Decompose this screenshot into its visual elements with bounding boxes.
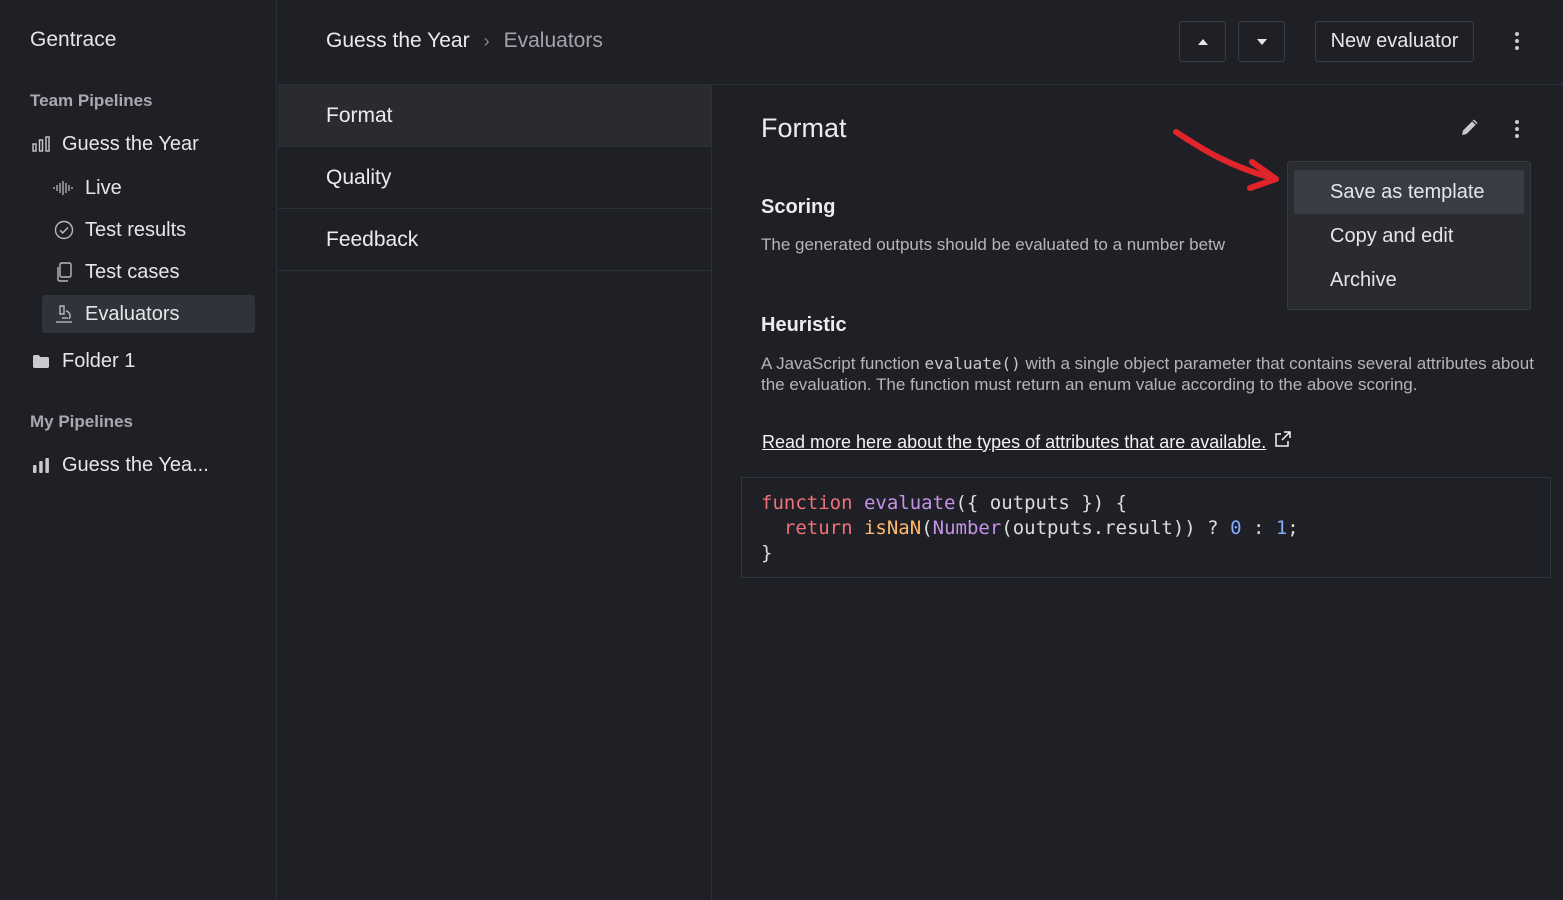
sidebar-item-folder-1[interactable]: Folder 1 [30, 342, 260, 380]
sidebar-item-label: Guess the Yea... [62, 453, 209, 476]
bar-chart-icon [30, 454, 52, 476]
sidebar-item-my-guess-the-year[interactable]: Guess the Yea... [30, 446, 260, 484]
list-item-feedback[interactable]: Feedback [278, 209, 711, 271]
sidebar: Gentrace Team Pipelines Guess the Year L… [0, 0, 277, 900]
check-circle-icon [53, 219, 75, 241]
external-link-icon [1274, 431, 1292, 453]
sidebar-item-live[interactable]: Live [42, 169, 255, 207]
sidebar-item-label: Folder 1 [62, 349, 136, 372]
header-more-icon[interactable] [1507, 26, 1527, 56]
caret-up-icon [1197, 33, 1209, 51]
list-item-format[interactable]: Format [278, 85, 711, 147]
heuristic-heading: Heuristic [761, 314, 847, 336]
menu-item-copy-and-edit[interactable]: Copy and edit [1294, 214, 1524, 258]
team-pipelines-heading: Team Pipelines [30, 91, 153, 110]
heuristic-text-pre: A JavaScript function [761, 354, 925, 373]
scoring-heading: Scoring [761, 196, 836, 218]
breadcrumb-pipeline[interactable]: Guess the Year [326, 29, 470, 53]
sidebar-item-label: Evaluators [85, 302, 180, 325]
brand-logo-text[interactable]: Gentrace [30, 28, 116, 52]
link-text: Read more here about the types of attrib… [762, 431, 1267, 452]
sidebar-item-guess-the-year[interactable]: Guess the Year [30, 125, 260, 163]
sidebar-item-test-results[interactable]: Test results [42, 211, 255, 249]
move-down-button[interactable] [1238, 21, 1285, 62]
new-evaluator-button[interactable]: New evaluator [1315, 21, 1474, 62]
copy-documents-icon [53, 261, 75, 283]
menu-item-archive[interactable]: Archive [1294, 258, 1524, 302]
chevron-right-icon: › [483, 30, 490, 51]
evaluator-title: Format [761, 113, 847, 143]
annotation-arrow-icon [1173, 129, 1279, 191]
sidebar-item-label: Live [85, 176, 122, 199]
menu-item-save-as-template[interactable]: Save as template [1294, 170, 1524, 214]
waveform-icon [53, 177, 75, 199]
heuristic-description: A JavaScript function evaluate() with a … [761, 353, 1541, 395]
code-editor[interactable]: function evaluate({ outputs }) { return … [741, 477, 1551, 578]
sidebar-item-test-cases[interactable]: Test cases [42, 253, 255, 291]
evaluator-actions-menu: Save as template Copy and edit Archive [1287, 161, 1531, 310]
sidebar-item-label: Test cases [85, 260, 180, 283]
breadcrumb: Guess the Year › Evaluators [326, 29, 603, 53]
attributes-doc-link[interactable]: Read more here about the types of attrib… [762, 431, 1292, 453]
code-line-3: } [761, 542, 773, 564]
sidebar-item-label: Guess the Year [62, 132, 199, 155]
code-line-1: function evaluate({ outputs }) { [761, 492, 1128, 514]
move-up-button[interactable] [1179, 21, 1226, 62]
code-line-2: return isNaN(Number(outputs.result)) ? 0… [783, 517, 1299, 539]
detail-more-icon[interactable] [1507, 114, 1527, 144]
sidebar-item-label: Test results [85, 218, 187, 241]
top-header: Guess the Year › Evaluators New evaluato… [278, 0, 1563, 85]
evaluator-list: Format Quality Feedback [278, 85, 712, 900]
microscope-icon [53, 303, 75, 325]
folder-icon [30, 350, 52, 372]
caret-down-icon [1256, 33, 1268, 51]
inline-code-evaluate: evaluate() [924, 354, 1021, 373]
list-item-quality[interactable]: Quality [278, 147, 711, 209]
bar-chart-outline-icon [30, 133, 52, 155]
breadcrumb-current: Evaluators [503, 29, 603, 52]
scoring-description: The generated outputs should be evaluate… [761, 235, 1226, 254]
my-pipelines-heading: My Pipelines [30, 412, 133, 431]
sidebar-item-evaluators[interactable]: Evaluators [42, 295, 255, 333]
pencil-edit-icon[interactable] [1460, 117, 1480, 142]
